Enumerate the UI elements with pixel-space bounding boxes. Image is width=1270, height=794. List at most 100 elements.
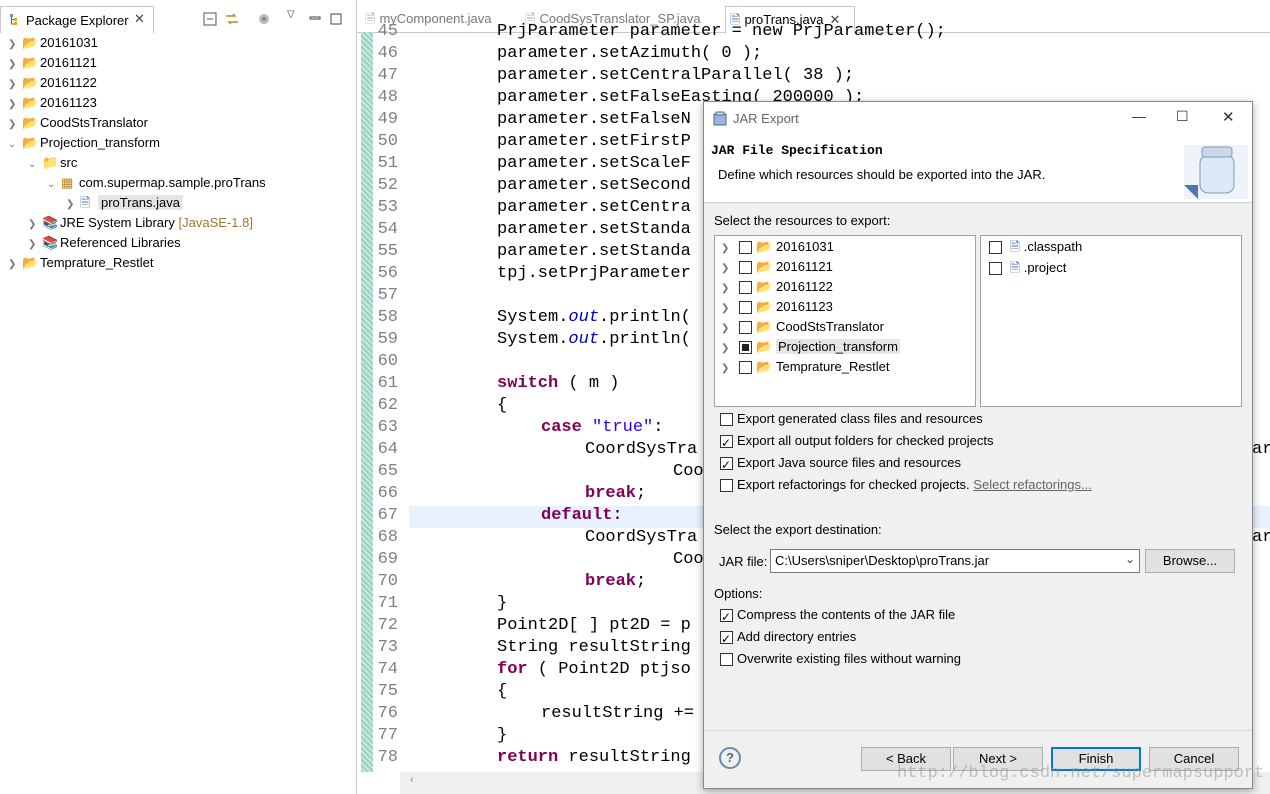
resource-item-coodststranslator[interactable]: ❯ 📂 CoodStsTranslator <box>721 317 884 337</box>
chevron-right-icon[interactable]: ❯ <box>66 195 80 215</box>
resource-item-projection-transform[interactable]: ❯ 📂 Projection_transform <box>721 337 900 357</box>
resource-checkbox[interactable] <box>739 241 752 255</box>
package-icon: ▦ <box>61 175 74 190</box>
help-icon[interactable]: ? <box>719 747 741 769</box>
resource-checkbox[interactable] <box>739 321 752 335</box>
resource-item-20161122[interactable]: ❯ 📂 20161122 <box>721 277 833 297</box>
code-line: } <box>497 726 508 745</box>
chevron-right-icon[interactable]: ❯ <box>721 239 739 259</box>
checkbox[interactable] <box>720 413 733 427</box>
jar-file-combobox[interactable]: C:\Users\sniper\Desktop\proTrans.jar ⌄ <box>770 549 1140 573</box>
checkbox[interactable] <box>720 455 733 475</box>
chevron-down-icon[interactable]: ⌄ <box>47 175 61 195</box>
chevron-down-icon[interactable]: ⌄ <box>8 135 22 155</box>
code-line: parameter.setFalseN <box>497 110 691 129</box>
chevron-right-icon[interactable]: ❯ <box>28 235 42 255</box>
code-line: parameter.setScaleF <box>497 154 691 173</box>
option-export-java-source[interactable]: Export Java source files and resources <box>720 453 961 475</box>
close-icon[interactable]: ✕ <box>1222 108 1235 126</box>
line-number: 72 <box>377 616 398 635</box>
select-refactorings-link[interactable]: Select refactorings... <box>973 477 1092 492</box>
resource-checkbox[interactable] <box>739 281 752 295</box>
chevron-right-icon[interactable]: ❯ <box>8 55 22 75</box>
view-menu-chevron-down-icon[interactable]: ▽ <box>287 9 295 20</box>
chevron-right-icon[interactable]: ❯ <box>8 75 22 95</box>
option-export-refactorings[interactable]: Export refactorings for checked projects… <box>720 475 1092 495</box>
tree-item-label: Referenced Libraries <box>60 235 181 250</box>
chevron-right-icon[interactable]: ❯ <box>8 115 22 135</box>
file-label: .classpath <box>1023 239 1083 254</box>
tree-item-20161121[interactable]: ❯ 📂 20161121 <box>8 53 97 73</box>
maximize-icon[interactable]: ☐ <box>1176 108 1189 125</box>
tree-item-temprature-restlet[interactable]: ❯ 📂 Temprature_Restlet <box>8 253 153 273</box>
resource-item-20161031[interactable]: ❯ 📂 20161031 <box>721 237 834 257</box>
code-line: parameter.setSecond <box>497 176 691 195</box>
link-with-editor-icon[interactable] <box>224 12 240 26</box>
chevron-right-icon[interactable]: ❯ <box>8 35 22 55</box>
resource-checkbox[interactable] <box>739 341 752 355</box>
xml-file-icon: 🗎 <box>1009 239 1021 254</box>
tree-item-protrans-java[interactable]: ❯ 🗎 proTrans.java <box>66 193 183 213</box>
resource-tree[interactable]: ❯ 📂 20161031 ❯ 📂 20161121 ❯ 📂 20161122 ❯ 📂 20161… <box>714 235 976 407</box>
chevron-right-icon[interactable]: ❯ <box>721 279 739 299</box>
resource-file-list[interactable]: 🗎 .classpath 🗎 .project <box>980 235 1242 407</box>
resource-checkbox[interactable] <box>739 261 752 275</box>
scroll-left-icon[interactable]: ‹ <box>410 774 414 786</box>
dialog-titlebar[interactable]: JAR Export — ☐ ✕ <box>704 102 1252 134</box>
resource-item-20161121[interactable]: ❯ 📂 20161121 <box>721 257 833 277</box>
tree-item-referenced-libraries[interactable]: ❯ 📚 Referenced Libraries <box>28 233 181 253</box>
file-label: .project <box>1023 260 1067 275</box>
package-explorer-tab[interactable]: Package Explorer ✕ <box>0 6 154 33</box>
collapse-all-icon[interactable] <box>203 12 218 26</box>
chevron-right-icon[interactable]: ❯ <box>721 259 739 279</box>
maximize-icon[interactable] <box>330 12 342 26</box>
chevron-right-icon[interactable]: ❯ <box>8 95 22 115</box>
tree-item-jre-system-library[interactable]: ❯ 📚 JRE System Library [JavaSE-1.8] <box>28 213 253 233</box>
checkbox[interactable] <box>720 479 733 493</box>
chevron-right-icon[interactable]: ❯ <box>8 255 22 275</box>
file-item-project[interactable]: 🗎 .project <box>989 258 1066 278</box>
tree-item-20161031[interactable]: ❯ 📂 20161031 <box>8 33 98 53</box>
wizard-page-description: Define which resources should be exporte… <box>718 167 1046 182</box>
line-number: 48 <box>377 88 398 107</box>
resource-item-20161123[interactable]: ❯ 📂 20161123 <box>721 297 833 317</box>
minimize-icon[interactable]: — <box>1132 108 1146 124</box>
minimize-icon[interactable] <box>309 12 321 26</box>
resource-item-temprature-restlet[interactable]: ❯ 📂 Temprature_Restlet <box>721 357 889 377</box>
chevron-down-icon[interactable]: ⌄ <box>28 155 42 175</box>
tree-item-20161123[interactable]: ❯ 📂 20161123 <box>8 93 97 113</box>
close-icon[interactable]: ✕ <box>134 11 145 27</box>
resource-checkbox[interactable] <box>739 361 752 375</box>
focus-icon[interactable] <box>257 12 271 26</box>
browse-button[interactable]: Browse... <box>1145 549 1235 573</box>
chevron-down-icon[interactable]: ⌄ <box>1125 552 1135 566</box>
chevron-right-icon[interactable]: ❯ <box>721 299 739 319</box>
file-checkbox[interactable] <box>989 241 1002 255</box>
option-compress[interactable]: Compress the contents of the JAR file <box>720 605 955 627</box>
file-checkbox[interactable] <box>989 262 1002 276</box>
tree-item-src[interactable]: ⌄ 📁 src <box>28 153 77 173</box>
option-export-output-folders[interactable]: Export all output folders for checked pr… <box>720 431 994 453</box>
chevron-right-icon[interactable]: ❯ <box>721 319 739 339</box>
chevron-right-icon[interactable]: ❯ <box>721 339 739 359</box>
checkbox[interactable] <box>720 653 733 667</box>
file-item-classpath[interactable]: 🗎 .classpath <box>989 237 1082 257</box>
line-number: 60 <box>377 352 398 371</box>
project-error-icon: 📂 <box>22 115 39 130</box>
tree-item-coodststranslator[interactable]: ❯ 📂 CoodStsTranslator <box>8 113 148 133</box>
option-overwrite[interactable]: Overwrite existing files without warning <box>720 649 961 669</box>
option-directory-entries[interactable]: Add directory entries <box>720 627 856 649</box>
tree-item-package[interactable]: ⌄ ▦ com.supermap.sample.proTrans <box>47 173 266 193</box>
resource-checkbox[interactable] <box>739 301 752 315</box>
tree-item-projection-transform[interactable]: ⌄ 📂 Projection_transform <box>8 133 160 153</box>
option-export-class-files[interactable]: Export generated class files and resourc… <box>720 409 983 429</box>
line-number: 66 <box>377 484 398 503</box>
checkbox[interactable] <box>720 629 733 649</box>
checkbox[interactable] <box>720 607 733 627</box>
project-error-icon: 📂 <box>756 319 773 334</box>
checkbox[interactable] <box>720 433 733 453</box>
chevron-right-icon[interactable]: ❯ <box>28 215 42 235</box>
chevron-right-icon[interactable]: ❯ <box>721 359 739 379</box>
tree-item-20161122[interactable]: ❯ 📂 20161122 <box>8 73 97 93</box>
source-folder-icon: 📁 <box>42 155 59 170</box>
